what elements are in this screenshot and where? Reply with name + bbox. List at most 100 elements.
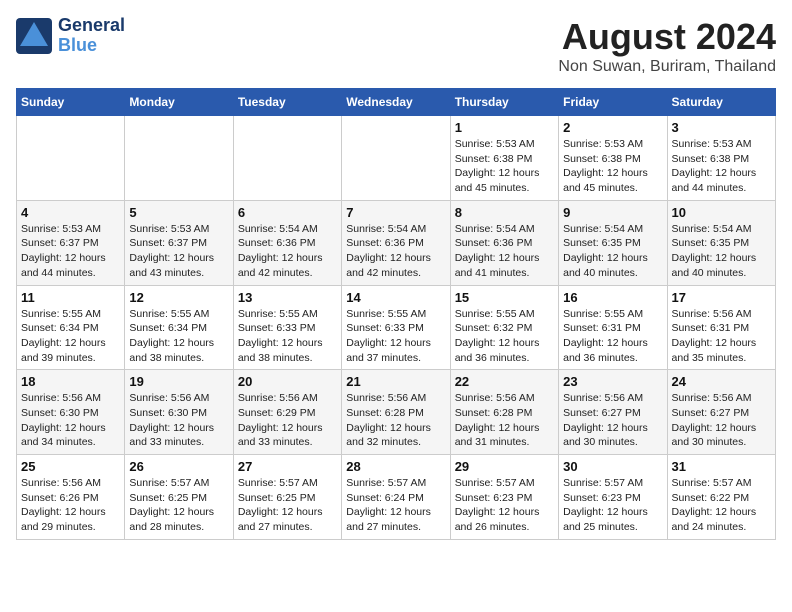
weekday-header-sunday: Sunday	[17, 89, 125, 116]
month-title: August 2024	[558, 16, 776, 58]
day-number: 9	[563, 205, 662, 220]
calendar-cell: 10 Sunrise: 5:54 AMSunset: 6:35 PMDayligh…	[667, 200, 775, 285]
day-number: 11	[21, 290, 120, 305]
calendar-week-row: 1 Sunrise: 5:53 AMSunset: 6:38 PMDaylight…	[17, 116, 776, 201]
calendar-cell: 17 Sunrise: 5:56 AMSunset: 6:31 PMDayligh…	[667, 285, 775, 370]
day-info: Sunrise: 5:57 AMSunset: 6:25 PMDaylight:…	[238, 476, 337, 535]
day-number: 4	[21, 205, 120, 220]
calendar-cell: 4 Sunrise: 5:53 AMSunset: 6:37 PMDaylight…	[17, 200, 125, 285]
day-info: Sunrise: 5:57 AMSunset: 6:22 PMDaylight:…	[672, 476, 771, 535]
calendar-cell: 23 Sunrise: 5:56 AMSunset: 6:27 PMDayligh…	[559, 370, 667, 455]
day-info: Sunrise: 5:53 AMSunset: 6:38 PMDaylight:…	[455, 137, 554, 196]
calendar-cell: 27 Sunrise: 5:57 AMSunset: 6:25 PMDayligh…	[233, 455, 341, 540]
calendar-cell: 9 Sunrise: 5:54 AMSunset: 6:35 PMDaylight…	[559, 200, 667, 285]
calendar-cell: 7 Sunrise: 5:54 AMSunset: 6:36 PMDaylight…	[342, 200, 450, 285]
day-number: 27	[238, 459, 337, 474]
day-number: 1	[455, 120, 554, 135]
day-number: 7	[346, 205, 445, 220]
day-info: Sunrise: 5:54 AMSunset: 6:35 PMDaylight:…	[672, 222, 771, 281]
day-number: 28	[346, 459, 445, 474]
day-info: Sunrise: 5:55 AMSunset: 6:33 PMDaylight:…	[346, 307, 445, 366]
calendar-cell: 28 Sunrise: 5:57 AMSunset: 6:24 PMDayligh…	[342, 455, 450, 540]
logo-general: General	[58, 16, 125, 36]
location-title: Non Suwan, Buriram, Thailand	[558, 58, 776, 76]
calendar-cell: 13Sunrise: 5:55 AMSunset: 6:33 PMDayligh…	[233, 285, 341, 370]
day-number: 5	[129, 205, 228, 220]
day-number: 22	[455, 374, 554, 389]
calendar-cell: 18Sunrise: 5:56 AMSunset: 6:30 PMDayligh…	[17, 370, 125, 455]
logo: General Blue	[16, 16, 125, 56]
calendar-cell: 6Sunrise: 5:54 AMSunset: 6:36 PMDaylight…	[233, 200, 341, 285]
day-info: Sunrise: 5:54 AMSunset: 6:36 PMDaylight:…	[346, 222, 445, 281]
calendar-cell: 5 Sunrise: 5:53 AMSunset: 6:37 PMDaylight…	[125, 200, 233, 285]
day-info: Sunrise: 5:57 AMSunset: 6:23 PMDaylight:…	[563, 476, 662, 535]
day-info: Sunrise: 5:57 AMSunset: 6:25 PMDaylight:…	[129, 476, 228, 535]
calendar-cell: 15Sunrise: 5:55 AMSunset: 6:32 PMDayligh…	[450, 285, 558, 370]
day-info: Sunrise: 5:56 AMSunset: 6:27 PMDaylight:…	[672, 391, 771, 450]
day-number: 21	[346, 374, 445, 389]
day-info: Sunrise: 5:56 AMSunset: 6:27 PMDaylight:…	[563, 391, 662, 450]
day-number: 12	[129, 290, 228, 305]
day-info: Sunrise: 5:56 AMSunset: 6:28 PMDaylight:…	[346, 391, 445, 450]
weekday-header-friday: Friday	[559, 89, 667, 116]
header: General Blue August 2024 Non Suwan, Buri…	[16, 16, 776, 76]
calendar-cell: 12 Sunrise: 5:55 AMSunset: 6:34 PMDayligh…	[125, 285, 233, 370]
day-info: Sunrise: 5:55 AMSunset: 6:34 PMDaylight:…	[129, 307, 228, 366]
day-number: 25	[21, 459, 120, 474]
calendar-cell: 30 Sunrise: 5:57 AMSunset: 6:23 PMDayligh…	[559, 455, 667, 540]
calendar-cell: 19 Sunrise: 5:56 AMSunset: 6:30 PMDayligh…	[125, 370, 233, 455]
calendar-week-row: 18Sunrise: 5:56 AMSunset: 6:30 PMDayligh…	[17, 370, 776, 455]
day-info: Sunrise: 5:57 AMSunset: 6:23 PMDaylight:…	[455, 476, 554, 535]
day-info: Sunrise: 5:54 AMSunset: 6:35 PMDaylight:…	[563, 222, 662, 281]
calendar-cell: 8Sunrise: 5:54 AMSunset: 6:36 PMDaylight…	[450, 200, 558, 285]
calendar-week-row: 25 Sunrise: 5:56 AMSunset: 6:26 PMDayligh…	[17, 455, 776, 540]
logo-blue: Blue	[58, 36, 125, 56]
day-number: 3	[672, 120, 771, 135]
day-number: 8	[455, 205, 554, 220]
calendar-cell: 11 Sunrise: 5:55 AMSunset: 6:34 PMDayligh…	[17, 285, 125, 370]
calendar-cell: 25 Sunrise: 5:56 AMSunset: 6:26 PMDayligh…	[17, 455, 125, 540]
day-info: Sunrise: 5:53 AMSunset: 6:38 PMDaylight:…	[672, 137, 771, 196]
day-info: Sunrise: 5:56 AMSunset: 6:26 PMDaylight:…	[21, 476, 120, 535]
weekday-header-tuesday: Tuesday	[233, 89, 341, 116]
day-number: 26	[129, 459, 228, 474]
day-number: 14	[346, 290, 445, 305]
day-info: Sunrise: 5:56 AMSunset: 6:31 PMDaylight:…	[672, 307, 771, 366]
day-number: 24	[672, 374, 771, 389]
day-info: Sunrise: 5:56 AMSunset: 6:28 PMDaylight:…	[455, 391, 554, 450]
calendar-cell: 24 Sunrise: 5:56 AMSunset: 6:27 PMDayligh…	[667, 370, 775, 455]
day-number: 6	[238, 205, 337, 220]
calendar-cell: 20 Sunrise: 5:56 AMSunset: 6:29 PMDayligh…	[233, 370, 341, 455]
day-number: 17	[672, 290, 771, 305]
weekday-header-monday: Monday	[125, 89, 233, 116]
calendar: SundayMondayTuesdayWednesdayThursdayFrid…	[16, 88, 776, 540]
calendar-cell	[342, 116, 450, 201]
calendar-cell: 3 Sunrise: 5:53 AMSunset: 6:38 PMDaylight…	[667, 116, 775, 201]
day-info: Sunrise: 5:57 AMSunset: 6:24 PMDaylight:…	[346, 476, 445, 535]
day-number: 15	[455, 290, 554, 305]
day-number: 30	[563, 459, 662, 474]
calendar-cell: 29 Sunrise: 5:57 AMSunset: 6:23 PMDayligh…	[450, 455, 558, 540]
calendar-cell: 1 Sunrise: 5:53 AMSunset: 6:38 PMDaylight…	[450, 116, 558, 201]
day-info: Sunrise: 5:56 AMSunset: 6:29 PMDaylight:…	[238, 391, 337, 450]
calendar-cell	[125, 116, 233, 201]
day-info: Sunrise: 5:55 AMSunset: 6:31 PMDaylight:…	[563, 307, 662, 366]
day-number: 29	[455, 459, 554, 474]
calendar-cell: 2Sunrise: 5:53 AMSunset: 6:38 PMDaylight…	[559, 116, 667, 201]
day-info: Sunrise: 5:53 AMSunset: 6:37 PMDaylight:…	[21, 222, 120, 281]
calendar-cell: 14 Sunrise: 5:55 AMSunset: 6:33 PMDayligh…	[342, 285, 450, 370]
calendar-cell: 21 Sunrise: 5:56 AMSunset: 6:28 PMDayligh…	[342, 370, 450, 455]
calendar-cell: 26 Sunrise: 5:57 AMSunset: 6:25 PMDayligh…	[125, 455, 233, 540]
weekday-header-saturday: Saturday	[667, 89, 775, 116]
day-number: 10	[672, 205, 771, 220]
day-number: 23	[563, 374, 662, 389]
day-number: 16	[563, 290, 662, 305]
calendar-week-row: 11 Sunrise: 5:55 AMSunset: 6:34 PMDayligh…	[17, 285, 776, 370]
day-info: Sunrise: 5:56 AMSunset: 6:30 PMDaylight:…	[129, 391, 228, 450]
day-info: Sunrise: 5:53 AMSunset: 6:37 PMDaylight:…	[129, 222, 228, 281]
day-info: Sunrise: 5:55 AMSunset: 6:34 PMDaylight:…	[21, 307, 120, 366]
day-number: 19	[129, 374, 228, 389]
day-number: 20	[238, 374, 337, 389]
weekday-header-thursday: Thursday	[450, 89, 558, 116]
weekday-header-row: SundayMondayTuesdayWednesdayThursdayFrid…	[17, 89, 776, 116]
